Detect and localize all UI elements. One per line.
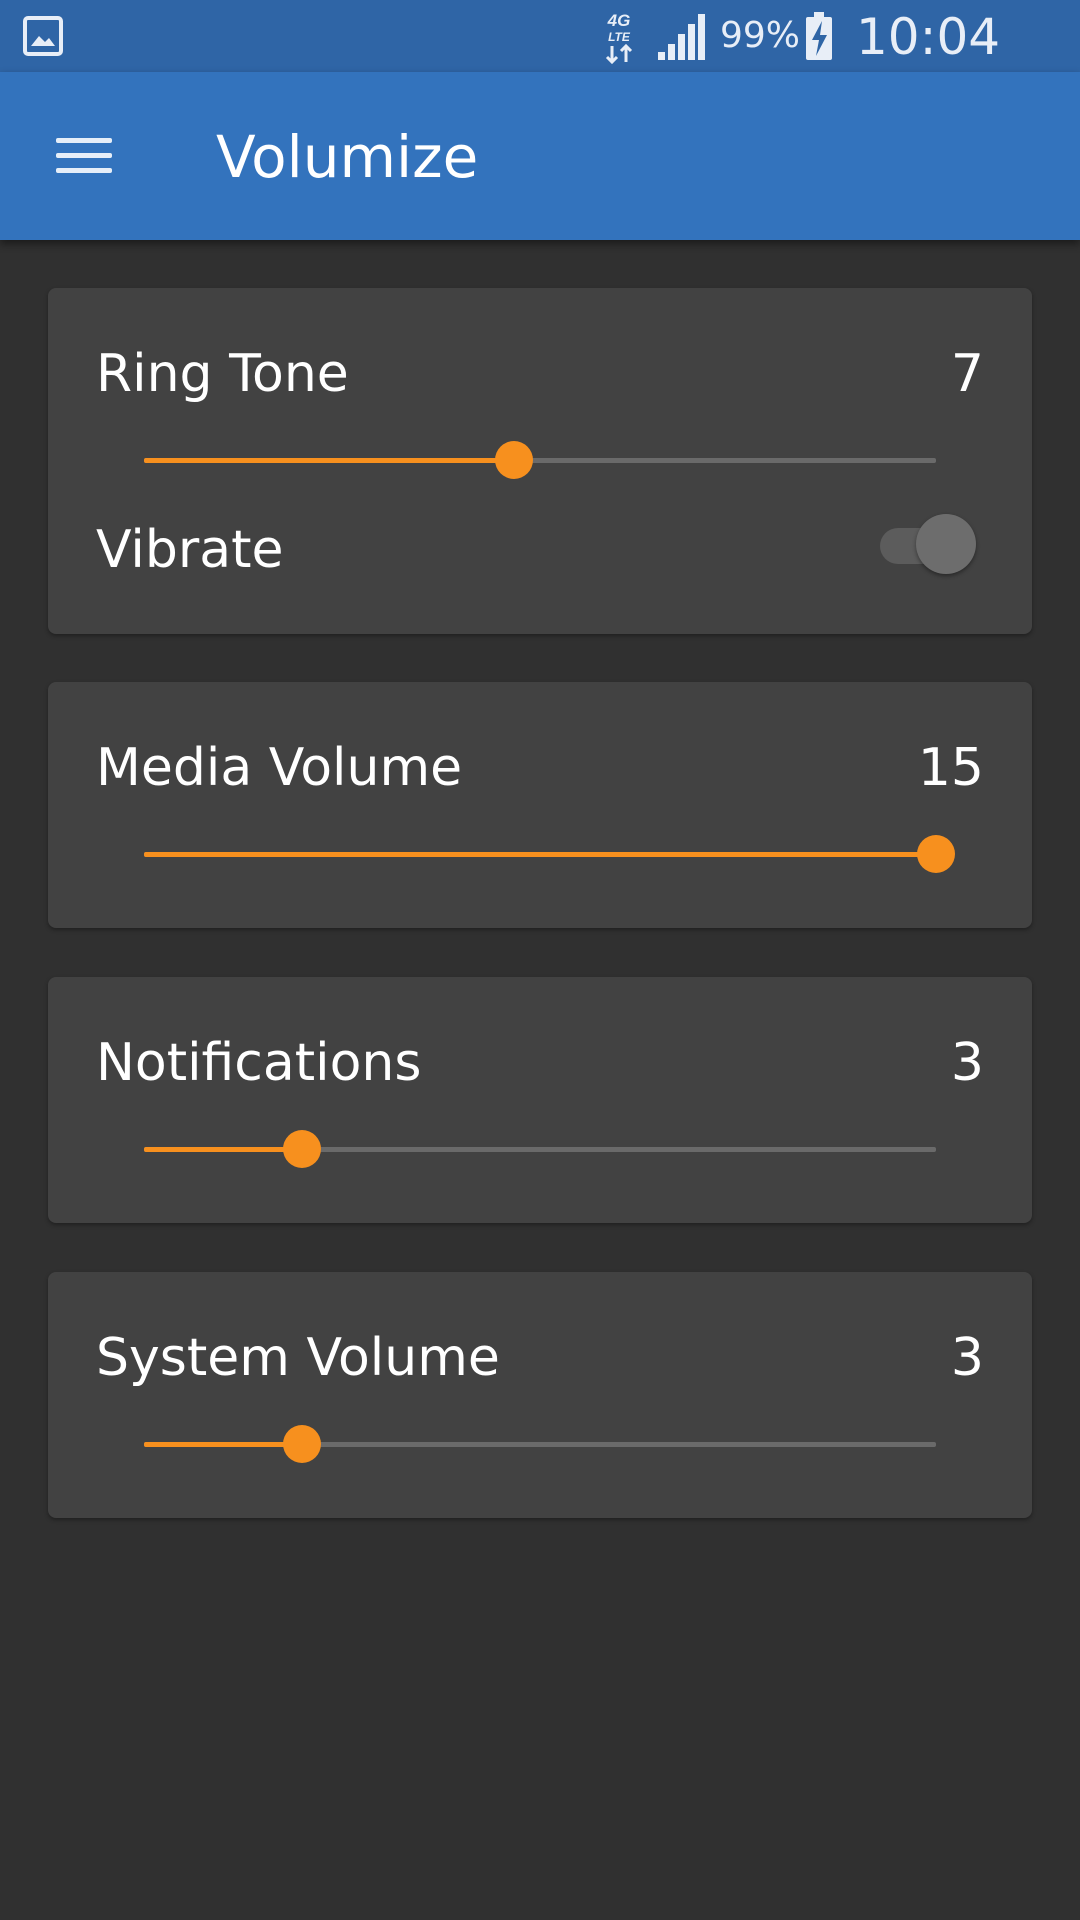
- vibrate-toggle[interactable]: [880, 512, 976, 576]
- system-volume-label: System Volume: [96, 1328, 500, 1388]
- svg-text:4G: 4G: [607, 11, 631, 30]
- system-volume-value: 3: [950, 1328, 984, 1388]
- ring-tone-slider[interactable]: [144, 440, 936, 480]
- media-volume-label: Media Volume: [96, 738, 463, 798]
- slider-fill: [144, 1147, 303, 1152]
- slider-fill: [144, 852, 936, 857]
- menu-icon[interactable]: [56, 134, 112, 176]
- battery-percentage: 99%: [720, 15, 801, 56]
- svg-text:LTE: LTE: [608, 30, 631, 44]
- media-volume-card: Media Volume 15: [48, 682, 1032, 928]
- slider-thumb[interactable]: [917, 835, 955, 873]
- ring-tone-label: Ring Tone: [96, 344, 349, 404]
- ring-tone-value: 7: [950, 344, 984, 404]
- gallery-icon: [23, 16, 63, 56]
- notifications-card: Notifications 3: [48, 977, 1032, 1223]
- slider-thumb[interactable]: [494, 441, 533, 479]
- toggle-knob: [916, 514, 976, 574]
- slider-thumb[interactable]: [283, 1130, 322, 1168]
- notifications-value: 3: [950, 1033, 984, 1093]
- media-volume-value: 15: [917, 738, 984, 798]
- media-volume-slider[interactable]: [144, 834, 955, 874]
- notifications-slider[interactable]: [144, 1129, 936, 1169]
- system-volume-slider[interactable]: [144, 1424, 936, 1464]
- lte-data-icon: 4G LTE: [605, 11, 633, 64]
- slider-fill: [144, 1442, 303, 1447]
- signal-icon: [658, 14, 705, 60]
- ring-tone-card: Ring Tone 7 Vibrate: [48, 288, 1032, 634]
- slider-thumb[interactable]: [283, 1425, 322, 1463]
- status-bar: 4G LTE 99% 10:04 AM: [0, 0, 1080, 124]
- battery-charging-icon: [806, 12, 832, 60]
- app-title: Volumize: [216, 123, 479, 191]
- slider-fill: [144, 458, 514, 463]
- notifications-label: Notifications: [96, 1033, 422, 1093]
- app-bar: Volumize: [0, 72, 1080, 240]
- vibrate-label: Vibrate: [96, 520, 284, 580]
- system-volume-card: System Volume 3: [48, 1272, 1032, 1518]
